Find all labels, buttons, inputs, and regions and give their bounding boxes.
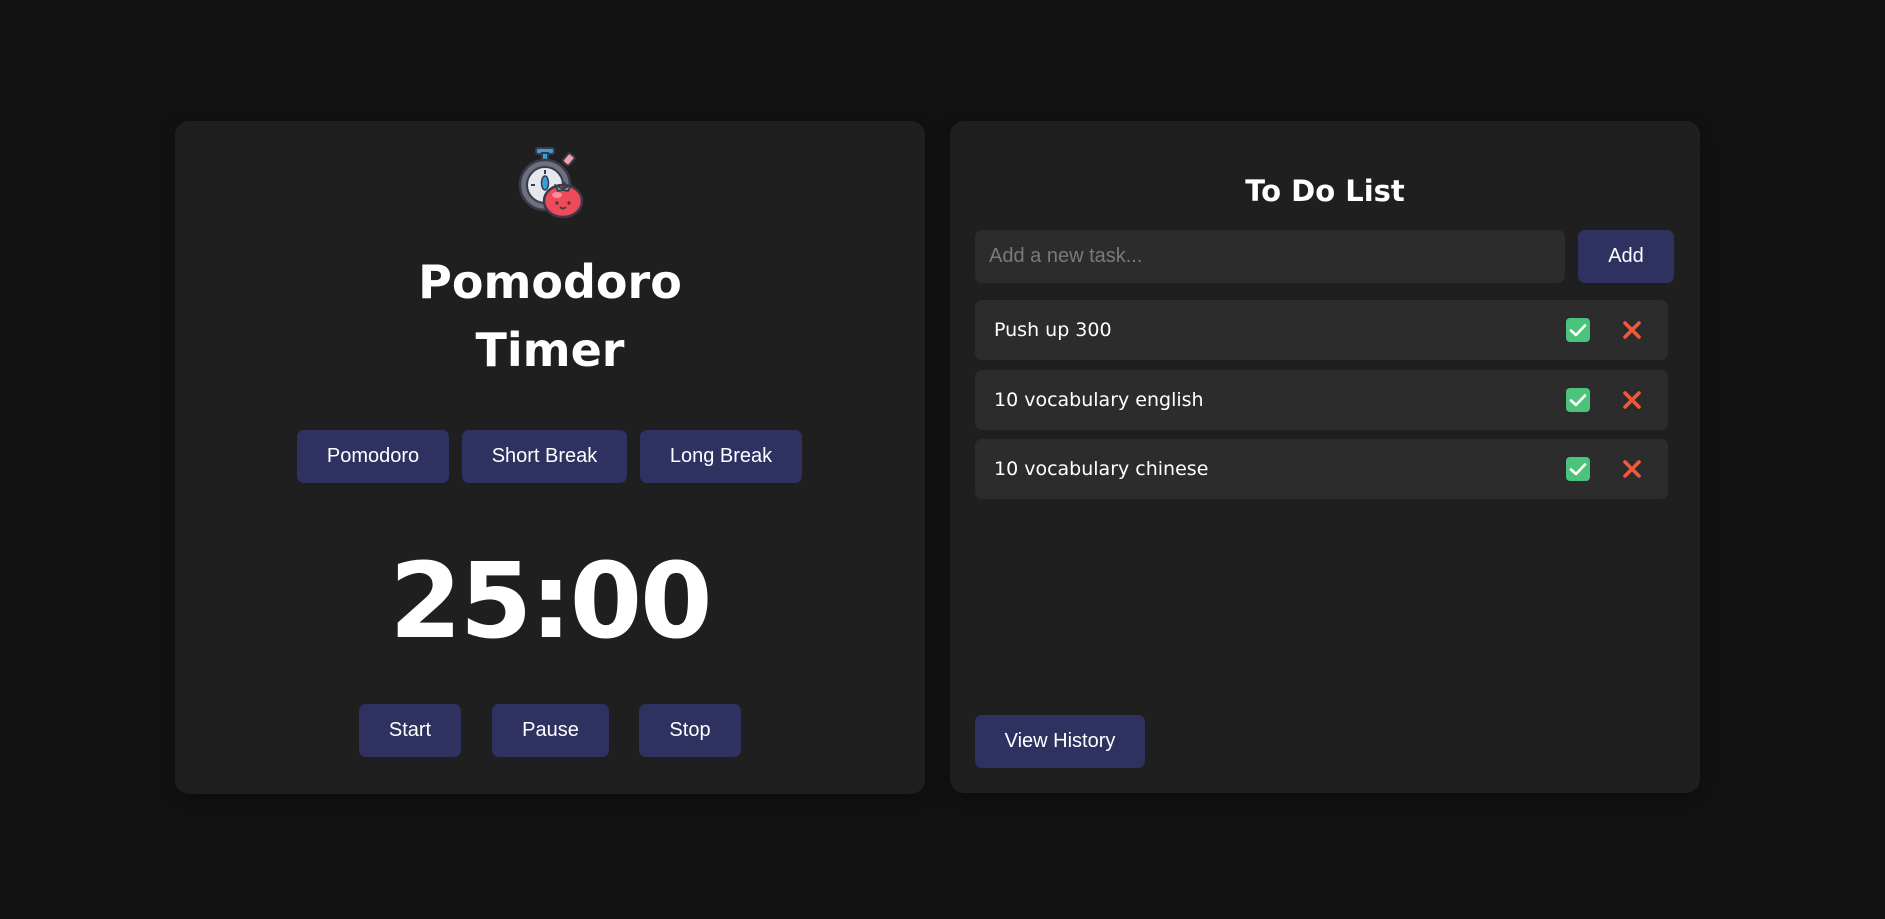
view-history-button[interactable]: View History	[975, 715, 1145, 768]
todo-title: To Do List	[1245, 174, 1405, 208]
task-text: 10 vocabulary english	[994, 389, 1204, 411]
check-box-icon[interactable]	[1566, 318, 1590, 342]
check-box-icon[interactable]	[1566, 457, 1590, 481]
task-item: 10 vocabulary chinese	[975, 439, 1668, 499]
page-title-line2: Timer	[475, 323, 625, 377]
stop-button[interactable]: Stop	[639, 704, 741, 757]
close-x-icon[interactable]	[1620, 318, 1644, 342]
close-x-icon[interactable]	[1620, 388, 1644, 412]
page-title-line1: Pomodoro	[418, 255, 682, 309]
todo-list-panel: To Do List Add Push up 300 10 vocabulary…	[950, 121, 1700, 793]
task-text: Push up 300	[994, 319, 1112, 341]
task-item: Push up 300	[975, 300, 1668, 360]
long-break-mode-button[interactable]: Long Break	[640, 430, 802, 483]
short-break-mode-button[interactable]: Short Break	[462, 430, 627, 483]
task-text: 10 vocabulary chinese	[994, 458, 1209, 480]
add-task-button[interactable]: Add	[1578, 230, 1674, 283]
stopwatch-tomato-icon	[513, 145, 589, 221]
new-task-input[interactable]	[975, 230, 1565, 283]
task-item: 10 vocabulary english	[975, 370, 1668, 430]
pomodoro-timer-panel: Pomodoro Timer Pomodoro Short Break Long…	[175, 121, 925, 794]
pause-button[interactable]: Pause	[492, 704, 609, 757]
check-box-icon[interactable]	[1566, 388, 1590, 412]
start-button[interactable]: Start	[359, 704, 461, 757]
pomodoro-mode-button[interactable]: Pomodoro	[297, 430, 449, 483]
timer-display: 25:00	[389, 540, 712, 662]
close-x-icon[interactable]	[1620, 457, 1644, 481]
